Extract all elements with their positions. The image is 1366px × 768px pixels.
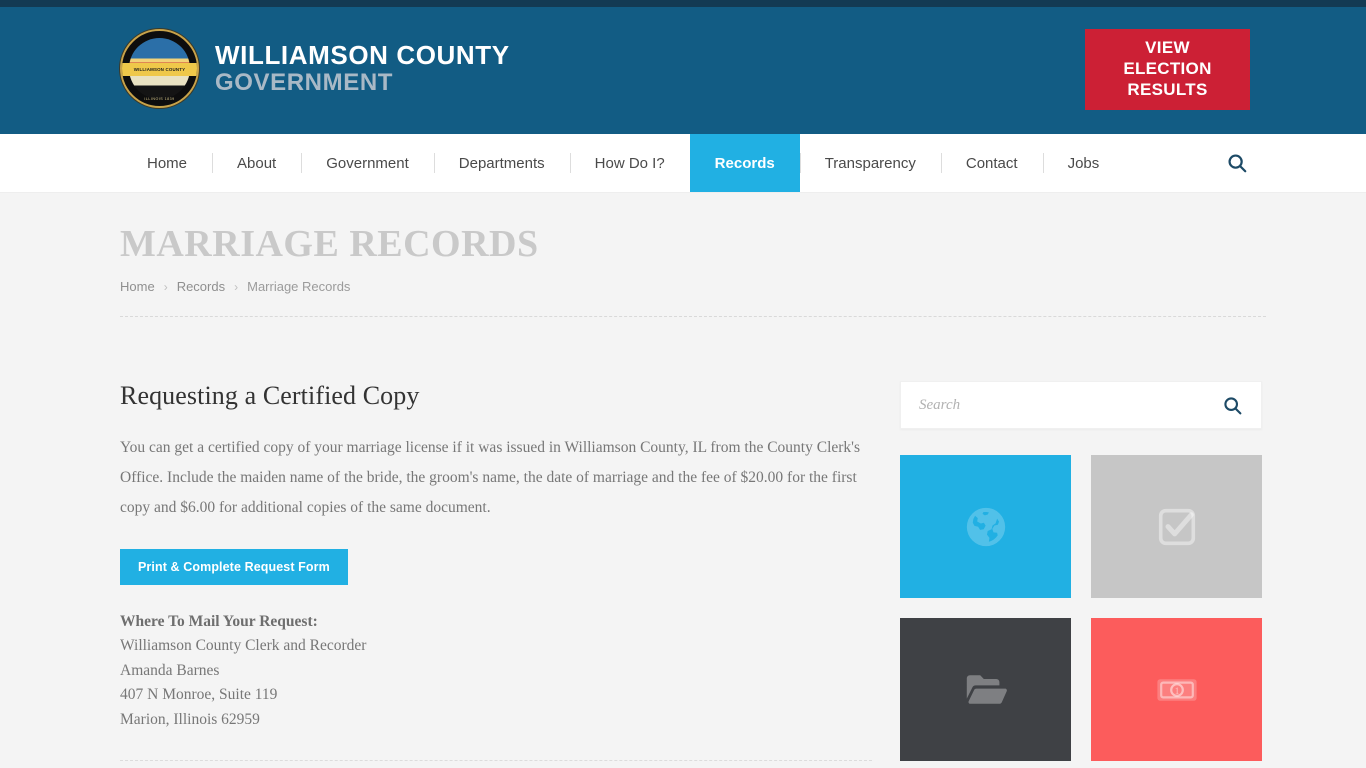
view-election-results-button[interactable]: VIEW ELECTION RESULTS <box>1085 29 1250 110</box>
print-request-form-button[interactable]: Print & Complete Request Form <box>120 548 348 585</box>
nav-item-jobs[interactable]: Jobs <box>1042 134 1125 192</box>
breadcrumb-item[interactable]: Home <box>120 279 155 294</box>
breadcrumb-item[interactable]: Records <box>177 279 225 294</box>
folder-open-icon <box>962 666 1010 714</box>
check-square-icon <box>1154 504 1200 550</box>
breadcrumb-separator: › <box>163 279 168 294</box>
search-icon <box>1222 395 1243 416</box>
mail-line: Amanda Barnes <box>120 661 220 679</box>
search-submit-button[interactable] <box>1222 395 1243 416</box>
page-title: MARRIAGE RECORDS <box>120 223 539 265</box>
brand-line-1: WILLIAMSON COUNTY <box>215 40 510 70</box>
search-icon <box>1226 152 1248 174</box>
mail-line: Williamson County Clerk and Recorder <box>120 637 367 655</box>
search-input[interactable] <box>919 396 1222 414</box>
county-seal-logo: WILLIAMSON COUNTY ILLINOIS 1839 <box>120 29 199 108</box>
mailing-address-block: Where To Mail Your Request: Williamson C… <box>120 610 872 732</box>
article-column: Requesting a Certified Copy You can get … <box>120 381 872 768</box>
page-title-band: MARRIAGE RECORDS Home › Records › Marriage R… <box>0 193 1366 317</box>
nav-item-departments[interactable]: Departments <box>433 134 570 192</box>
nav-item-how-do-i[interactable]: How Do I? <box>569 134 690 192</box>
globe-tile[interactable] <box>900 455 1071 598</box>
article-heading: Requesting a Certified Copy <box>120 381 420 410</box>
nav-item-records[interactable]: Records <box>689 134 800 192</box>
brand-line-2: GOVERNMENT <box>215 68 394 96</box>
nav-item-contact[interactable]: Contact <box>940 134 1043 192</box>
folder-tile[interactable] <box>900 618 1071 761</box>
nav-item-list: Home About Government Departments How Do I? R… <box>122 134 1124 192</box>
election-line-1: VIEW <box>1145 38 1190 58</box>
sidebar: 1 <box>900 381 1262 768</box>
breadcrumb-separator: › <box>234 279 239 294</box>
nav-item-home[interactable]: Home <box>122 134 212 192</box>
top-accent-strip <box>0 0 1366 7</box>
main-navigation: Home About Government Departments How Do I? R… <box>0 134 1366 193</box>
election-line-3: RESULTS <box>1127 79 1208 99</box>
mail-line: 407 N Monroe, Suite 119 <box>120 686 278 704</box>
seal-bottom-text: ILLINOIS 1839 <box>144 97 175 101</box>
globe-icon <box>963 504 1009 550</box>
election-line-2: ELECTION <box>1123 59 1212 79</box>
mail-heading: Where To Mail Your Request: <box>120 612 318 630</box>
sidebar-tile-grid: 1 <box>900 455 1262 761</box>
mail-line: Marion, Illinois 62959 <box>120 710 260 728</box>
main-content-area: Requesting a Certified Copy You can get … <box>110 317 1262 768</box>
nav-item-government[interactable]: Government <box>301 134 434 192</box>
site-header: WILLIAMSON COUNTY ILLINOIS 1839 WILLIAMS… <box>0 7 1366 134</box>
money-bill-icon: 1 <box>1153 666 1201 714</box>
section-divider <box>120 760 872 762</box>
sidebar-search-box <box>900 381 1262 429</box>
nav-item-transparency[interactable]: Transparency <box>799 134 941 192</box>
seal-band-text: WILLIAMSON COUNTY <box>122 62 197 76</box>
site-brand[interactable]: WILLIAMSON COUNTY ILLINOIS 1839 WILLIAMS… <box>120 29 510 108</box>
checkbox-tile[interactable] <box>1091 455 1262 598</box>
svg-text:1: 1 <box>1174 686 1179 696</box>
money-tile[interactable]: 1 <box>1091 618 1262 761</box>
breadcrumb: Home › Records › Marriage Records <box>120 279 1256 294</box>
nav-item-about[interactable]: About <box>212 134 301 192</box>
nav-search-button[interactable] <box>1226 134 1248 192</box>
article-paragraph: You can get a certified copy of your mar… <box>120 439 860 516</box>
breadcrumb-item: Marriage Records <box>247 279 351 294</box>
